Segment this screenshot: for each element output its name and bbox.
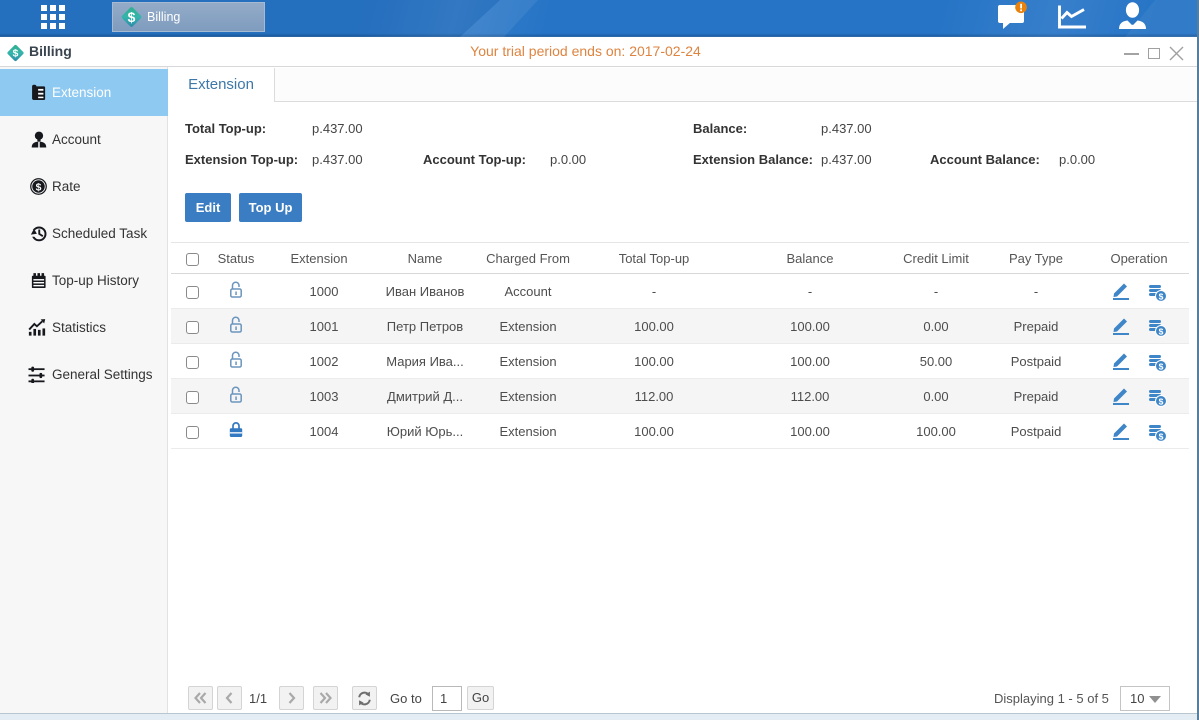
svg-text:$: $	[1158, 431, 1163, 441]
svg-text:$: $	[1158, 396, 1163, 406]
svg-text:$: $	[1158, 326, 1163, 336]
svg-text:$: $	[1158, 291, 1163, 301]
svg-text:$: $	[128, 9, 136, 25]
svg-text:$: $	[36, 182, 42, 193]
svg-text:$: $	[1158, 361, 1163, 371]
